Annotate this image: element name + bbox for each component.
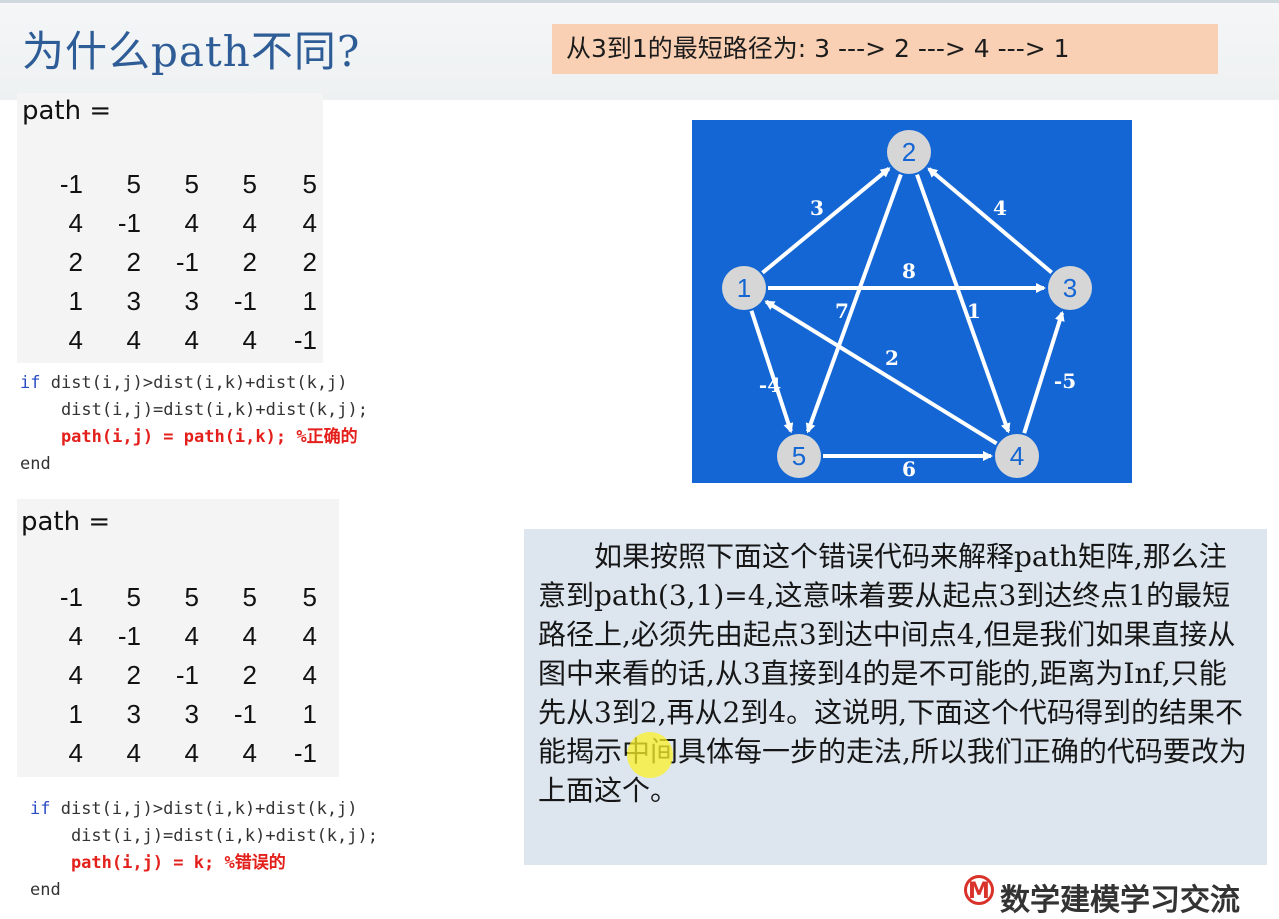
dist-assign-line: dist(i,j)=dist(i,k)+dist(k,j); <box>30 826 378 846</box>
matrix-cell: -1 <box>117 208 141 238</box>
matrix-label: path = <box>21 507 111 537</box>
matrix-cell: 4 <box>184 738 199 768</box>
graph-node-label: 5 <box>792 441 806 471</box>
edge-weight-label: 2 <box>885 346 899 370</box>
matrix-cell: 4 <box>242 208 257 238</box>
edge-weight-label: -4 <box>759 373 781 397</box>
matrix-cell: 4 <box>242 621 257 651</box>
matrix-cell: 1 <box>68 699 83 729</box>
code-correct: if dist(i,j)>dist(i,k)+dist(k,j) dist(i,… <box>20 370 368 478</box>
matrix-cell: 4 <box>126 738 141 768</box>
edge-weight-label: 8 <box>902 259 916 283</box>
matrix-wrong-panel: path = -1 5 5 5 5 4 -1 4 4 4 4 2 -1 2 4 1 3 3 -1 1 4 4 4 4 -1 <box>17 499 339 777</box>
edge-weight-label: 6 <box>902 457 916 481</box>
matrix-cell: 4 <box>126 325 141 355</box>
matrix-cell: -1 <box>293 325 317 355</box>
matrix-cell: 4 <box>302 621 317 651</box>
edge-4-1 <box>764 299 998 446</box>
edge-weight-label: -5 <box>1054 369 1076 393</box>
end-keyword: end <box>20 454 51 474</box>
logo-mark: M <box>964 875 994 905</box>
matrix-cell: 4 <box>184 325 199 355</box>
matrix-cell: 4 <box>68 325 83 355</box>
edge-weight-label: 7 <box>835 299 849 323</box>
edge-weight-label: 4 <box>993 196 1007 220</box>
matrix-cell: 2 <box>242 660 257 690</box>
matrix-cell: 4 <box>68 208 83 238</box>
matrix-cell: -1 <box>233 699 257 729</box>
if-keyword: if <box>30 799 51 819</box>
path-assign-line: path(i,j) = path(i,k); %正确的 <box>20 427 358 447</box>
dist-assign-line: dist(i,j)=dist(i,k)+dist(k,j); <box>20 400 368 420</box>
matrix-cell: -1 <box>59 169 83 199</box>
code-wrong: if dist(i,j)>dist(i,k)+dist(k,j) dist(i,… <box>30 796 378 904</box>
graph-node-label: 4 <box>1010 441 1024 471</box>
matrix-cell: 4 <box>302 208 317 238</box>
directed-graph: 3 4 8 7 1 2 -4 -5 6 1 2 3 4 5 <box>722 130 1092 481</box>
matrix-cell: 5 <box>302 582 317 612</box>
matrix-cell: 2 <box>126 247 141 277</box>
end-keyword: end <box>30 880 61 900</box>
path-assign-line: path(i,j) = k; %错误的 <box>30 853 286 873</box>
logo-text: 数学建模学习交流 <box>1000 883 1240 918</box>
edge-1-5 <box>749 310 794 434</box>
matrix-cell: 5 <box>126 582 141 612</box>
matrix-cell: -1 <box>117 621 141 651</box>
matrix-cell: -1 <box>293 738 317 768</box>
matrix-cell: 3 <box>126 699 141 729</box>
explanation-box: 如果按照下面这个错误代码来解释path矩阵,那么注意到path(3,1)=4,这… <box>524 529 1267 865</box>
matrix-correct-panel: path = -1 5 5 5 5 4 -1 4 4 4 2 2 -1 2 2 1 3 3 -1 1 4 4 4 4 -1 <box>17 93 323 363</box>
matrix-cell: 2 <box>126 660 141 690</box>
matrix-cell: 5 <box>184 169 199 199</box>
matrix-cell: 4 <box>68 738 83 768</box>
matrix-cell: 5 <box>302 169 317 199</box>
matrix-cell: 4 <box>68 621 83 651</box>
edge-weight-label: 1 <box>967 299 981 323</box>
matrix-cell: -1 <box>59 582 83 612</box>
matrix-cell: 5 <box>242 582 257 612</box>
matrix-cell: 5 <box>184 582 199 612</box>
matrix-cell: 4 <box>242 738 257 768</box>
matrix-cell: 5 <box>242 169 257 199</box>
matrix-cell: 3 <box>126 286 141 316</box>
graph-panel: 3 4 8 7 1 2 -4 -5 6 1 2 3 4 5 <box>692 120 1132 483</box>
edge-weight-label: 3 <box>810 196 824 220</box>
shortest-path-banner: 从3到1的最短路径为: 3 ---> 2 ---> 4 ---> 1 <box>552 24 1218 74</box>
logo: M 数学建模学习交流 <box>964 875 1240 918</box>
matrix-cell: 3 <box>184 286 199 316</box>
matrix-cell: -1 <box>233 286 257 316</box>
cursor-highlight <box>627 732 673 778</box>
graph-node-label: 1 <box>737 273 751 303</box>
matrix-cell: 4 <box>302 660 317 690</box>
graph-node-label: 3 <box>1063 273 1077 303</box>
matrix-cell: -1 <box>175 247 199 277</box>
matrix-cell: 3 <box>184 699 199 729</box>
matrix-cell: 4 <box>242 325 257 355</box>
matrix-label: path = <box>22 96 112 126</box>
condition-line: dist(i,j)>dist(i,k)+dist(k,j) <box>40 373 348 393</box>
if-keyword: if <box>20 373 41 393</box>
matrix-cell: 5 <box>126 169 141 199</box>
slide-title: 为什么path不同? <box>22 27 361 76</box>
condition-line: dist(i,j)>dist(i,k)+dist(k,j) <box>50 799 358 819</box>
matrix-cell: 1 <box>68 286 83 316</box>
matrix-cell: 2 <box>302 247 317 277</box>
matrix-cell: 4 <box>68 660 83 690</box>
matrix-cell: 1 <box>302 699 317 729</box>
graph-node-label: 2 <box>902 137 916 167</box>
matrix-cell: 4 <box>184 208 199 238</box>
matrix-cell: 2 <box>242 247 257 277</box>
matrix-cell: 1 <box>302 286 317 316</box>
matrix-cell: 2 <box>68 247 83 277</box>
matrix-cell: -1 <box>175 660 199 690</box>
matrix-cell: 4 <box>184 621 199 651</box>
header-line <box>0 0 1279 3</box>
